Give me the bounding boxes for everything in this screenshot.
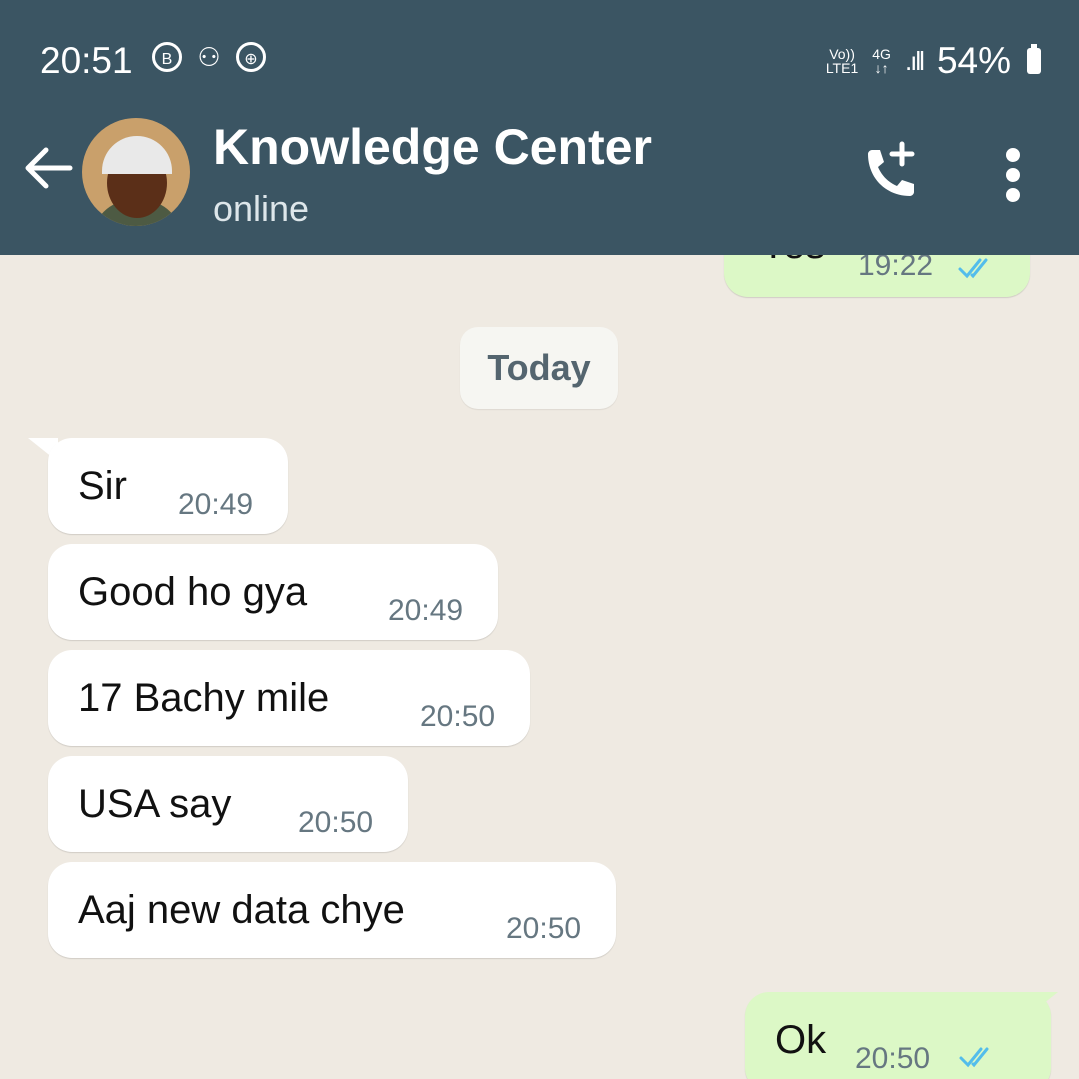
family-icon: ⚇ bbox=[197, 42, 221, 72]
top-bar: 20:51 B ⚇ ⊕ Vo)) LTE1 4G ↓↑ .ıll 54% Kno… bbox=[0, 0, 1079, 255]
message-text: USA say bbox=[78, 782, 232, 826]
incoming-message[interactable]: Aaj new data chye 20:50 bbox=[48, 862, 616, 958]
contact-name[interactable]: Knowledge Center bbox=[213, 118, 652, 176]
status-time: 20:51 bbox=[40, 40, 133, 81]
message-text: Good ho gya bbox=[78, 570, 308, 614]
data-type-label: 4G bbox=[872, 46, 891, 62]
message-text: Sir bbox=[78, 464, 127, 508]
message-time: 20:49 bbox=[178, 488, 254, 521]
message-text: Aaj new data chye bbox=[78, 888, 405, 932]
incoming-message[interactable]: Good ho gya 20:49 bbox=[48, 544, 498, 640]
message-time: 20:49 bbox=[388, 594, 464, 627]
message-text: Ok bbox=[775, 1018, 827, 1062]
status-right: Vo)) LTE1 4G ↓↑ .ıll 54% bbox=[826, 40, 1041, 82]
more-options-icon[interactable] bbox=[996, 148, 1030, 202]
incoming-message[interactable]: 17 Bachy mile 20:50 bbox=[48, 650, 530, 746]
avatar-cap bbox=[102, 136, 172, 174]
chat-area[interactable]: Yes 19:22 Today Sir 20:49 Good ho gya 20… bbox=[0, 255, 1079, 1079]
menu-dot bbox=[1006, 168, 1020, 182]
message-time: 20:50 bbox=[420, 700, 496, 733]
data-arrows-icon: ↓↑ bbox=[874, 60, 889, 76]
incoming-message[interactable]: Sir 20:49 bbox=[48, 438, 288, 534]
add-call-icon[interactable] bbox=[858, 140, 922, 204]
battery-percent: 54% bbox=[936, 40, 1011, 81]
message-time: 20:50 bbox=[506, 912, 582, 945]
message-time: 19:22 bbox=[858, 255, 934, 282]
emblem-icon: ⊕ bbox=[236, 42, 266, 72]
read-receipt-icon bbox=[959, 1047, 989, 1068]
outgoing-message[interactable]: Ok 20:50 bbox=[745, 992, 1051, 1079]
signal-icon: .ıll bbox=[904, 45, 925, 76]
contact-status: online bbox=[213, 188, 310, 229]
chat-header: Knowledge Center online bbox=[0, 110, 1079, 255]
status-bar: 20:51 B ⚇ ⊕ Vo)) LTE1 4G ↓↑ .ıll 54% bbox=[0, 0, 1079, 110]
lte-label: LTE1 bbox=[825, 60, 859, 76]
menu-dot bbox=[1006, 148, 1020, 162]
contact-avatar[interactable] bbox=[82, 118, 190, 226]
date-separator: Today bbox=[460, 327, 618, 409]
back-arrow-icon[interactable] bbox=[20, 140, 76, 196]
notification-icons: B ⚇ ⊕ bbox=[152, 42, 266, 72]
read-receipt-icon bbox=[958, 258, 988, 279]
message-text: Yes bbox=[760, 255, 825, 268]
data-indicator: 4G ↓↑ bbox=[872, 47, 891, 75]
volte-indicator: Vo)) LTE1 bbox=[826, 47, 858, 75]
message-time: 20:50 bbox=[855, 1042, 931, 1075]
message-text: 17 Bachy mile bbox=[78, 676, 330, 720]
b-app-icon: B bbox=[152, 42, 182, 72]
incoming-message[interactable]: USA say 20:50 bbox=[48, 756, 408, 852]
volte-label: Vo)) bbox=[829, 46, 855, 62]
battery-icon bbox=[1027, 44, 1041, 74]
menu-dot bbox=[1006, 188, 1020, 202]
message-time: 20:50 bbox=[298, 806, 374, 839]
outgoing-message-partial[interactable]: Yes 19:22 bbox=[724, 255, 1030, 297]
